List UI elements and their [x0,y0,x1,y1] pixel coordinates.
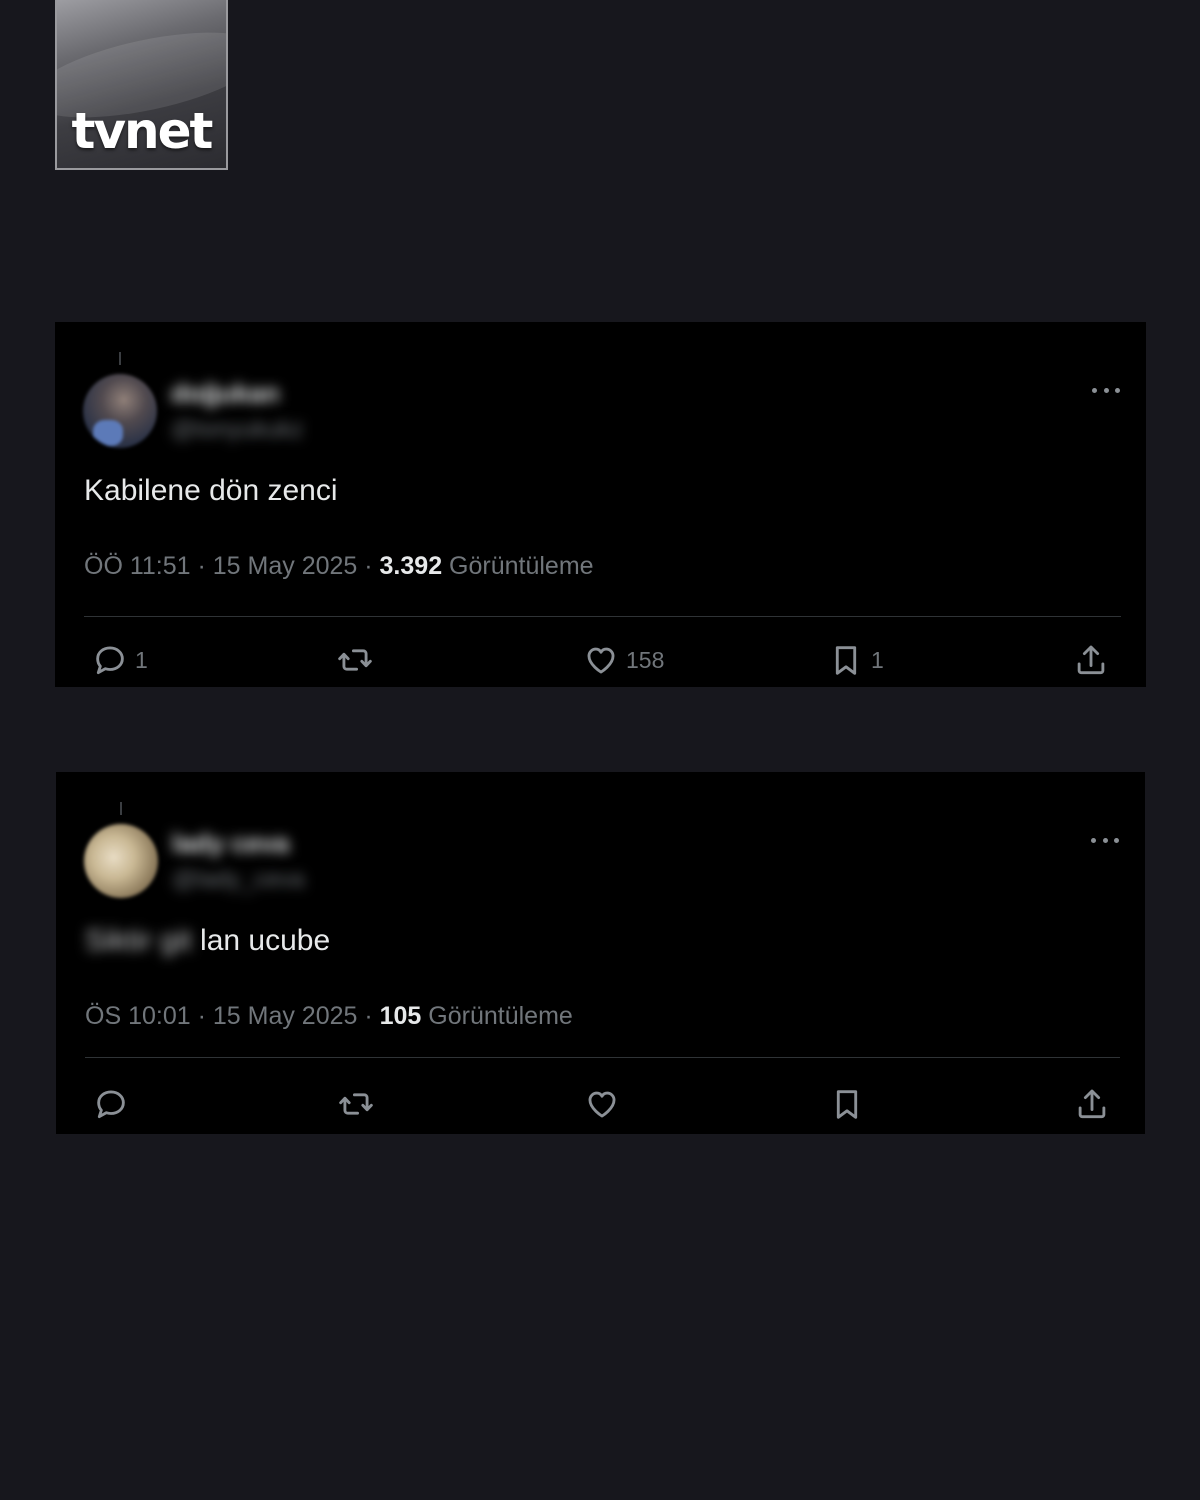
bookmark-count: 1 [871,646,884,673]
reply-button[interactable]: 1 [91,640,148,680]
thread-line [120,802,122,815]
like-button[interactable] [583,1084,627,1124]
tweet-time[interactable]: ÖÖ 11:51 [84,552,191,580]
retweet-icon [338,649,372,671]
tweet-date[interactable]: 15 May 2025 [213,552,358,580]
more-icon[interactable] [1092,386,1120,394]
display-name[interactable]: doğukan [171,378,279,409]
tweet-card[interactable]: lady ceva @lady_ceva Siktir git lan ucub… [56,772,1145,1134]
tweet-meta: ÖÖ 11:51 · 15 May 2025 · 3.392 Görüntüle… [84,552,594,580]
more-icon[interactable] [1091,836,1119,844]
user-handle[interactable]: @lady_ceva [172,866,304,894]
views-count: 3.392 [379,552,443,580]
tweet-text-body: Kabilene dön zenci [84,474,338,507]
action-bar [56,1084,1145,1124]
bookmark-button[interactable] [828,1084,872,1124]
views-label: Görüntüleme [449,552,594,580]
like-count: 158 [626,646,665,673]
thread-line [119,352,121,365]
tweet-text: Kabilene dön zenci [84,474,338,508]
display-name[interactable]: lady ceva [172,828,289,859]
retweet-button[interactable] [336,640,380,680]
action-bar: 1 158 1 [55,640,1146,680]
tweet-text-body: lan ucube [200,924,331,957]
share-icon [1078,1089,1106,1119]
avatar[interactable] [84,824,158,898]
divider [84,616,1121,617]
user-handle[interactable]: @tonyukukz [171,416,303,444]
tweet-text-blurred: Siktir git [85,924,192,957]
tweet-meta: ÖS 10:01 · 15 May 2025 · 105 Görüntüleme [85,1002,573,1030]
page: tvnet doğukan @tonyukukz Kabilene dön ze… [0,0,1200,1500]
share-icon [1077,645,1105,675]
tweet-time[interactable]: ÖS 10:01 [85,1002,191,1030]
avatar[interactable] [83,374,157,448]
tweet-date[interactable]: 15 May 2025 [213,1002,358,1030]
reply-icon [96,646,124,675]
heart-icon [587,647,615,674]
share-button[interactable] [1073,1084,1111,1124]
heart-icon [588,1091,616,1118]
views-count: 105 [379,1002,422,1030]
divider [85,1057,1120,1058]
reply-icon [97,1090,125,1119]
bookmark-icon [836,1090,858,1119]
retweet-button[interactable] [337,1084,381,1124]
tvnet-logo: tvnet [55,0,228,170]
retweet-icon [339,1093,373,1115]
tweet-text: Siktir git lan ucube [85,924,330,958]
like-button[interactable]: 158 [582,640,664,680]
share-button[interactable] [1072,640,1110,680]
bookmark-icon [835,646,857,675]
tweet-card[interactable]: doğukan @tonyukukz Kabilene dön zenci ÖÖ… [55,322,1146,687]
reply-button[interactable] [92,1084,136,1124]
reply-count: 1 [135,646,148,673]
views-label: Görüntüleme [428,1002,573,1030]
logo-text: tvnet [71,102,214,160]
bookmark-button[interactable]: 1 [827,640,884,680]
